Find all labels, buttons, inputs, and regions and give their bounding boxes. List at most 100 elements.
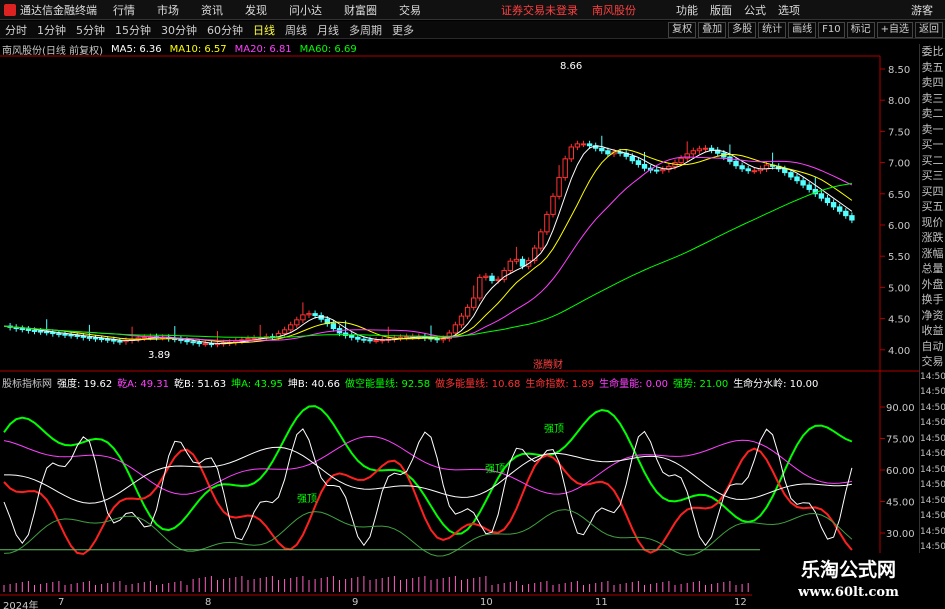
order-panel-row[interactable]: 14:50 [920, 432, 945, 448]
multi-stock-button[interactable]: 多股 [728, 21, 757, 38]
menu-item-options[interactable]: 选项 [778, 2, 800, 18]
candle-body [452, 324, 459, 334]
period-weekly[interactable]: 周线 [280, 22, 312, 38]
login-warning[interactable]: 证券交易未登录 [501, 2, 578, 18]
period-multi[interactable]: 多周期 [344, 22, 387, 38]
order-panel-row[interactable]: 卖一 [920, 122, 945, 138]
order-panel-row[interactable]: 净资 [920, 308, 945, 324]
price-tick-label: 7.50 [888, 127, 910, 138]
menu-item-news[interactable]: 资讯 [201, 2, 223, 18]
order-panel-row[interactable]: 涨幅 [920, 246, 945, 262]
order-panel-row[interactable]: 14:50 [920, 463, 945, 479]
order-panel-row[interactable]: 涨跌 [920, 230, 945, 246]
menu-item-formula[interactable]: 公式 [744, 2, 766, 18]
order-panel-row[interactable]: 外盘 [920, 277, 945, 293]
order-panel-row[interactable]: 14:50 [920, 478, 945, 494]
menu-item-market[interactable]: 市场 [157, 2, 179, 18]
high-price-label: 8.66 [560, 61, 582, 72]
candle-body [513, 258, 520, 262]
order-panel-row[interactable]: 自动 [920, 339, 945, 355]
order-panel-row[interactable]: 14:50 [920, 401, 945, 417]
menu-item-wealth[interactable]: 财富圈 [344, 2, 377, 18]
order-panel-row[interactable]: 买一 [920, 137, 945, 153]
order-panel-row[interactable]: 14:50 [920, 416, 945, 432]
menu-item-function[interactable]: 功能 [676, 2, 698, 18]
candle-body [74, 334, 80, 337]
order-panel-row[interactable]: 买三 [920, 168, 945, 184]
mark-button[interactable]: 标记 [846, 21, 875, 38]
indicator-name[interactable]: 股标指标网 [2, 375, 52, 390]
indicator-tick-label: 60.00 [886, 466, 915, 477]
stats-button[interactable]: 统计 [758, 21, 787, 38]
order-panel-row[interactable]: 现价 [920, 215, 945, 231]
strong-top-label: 强顶 [485, 463, 505, 475]
year-label: 2024年 [3, 601, 39, 609]
period-daily[interactable]: 日线 [248, 22, 280, 38]
month-label: 11 [595, 597, 608, 608]
draw-line-button[interactable]: 画线 [788, 21, 817, 38]
candle-body [507, 260, 514, 272]
back-button[interactable]: 返回 [915, 21, 943, 38]
indicator-tick-label: 30.00 [886, 529, 915, 540]
order-panel-row[interactable]: 买五 [920, 199, 945, 215]
menu-bar: 通达信金融终端 行情 市场 资讯 发现 问小达 财富圈 交易 证券交易未登录 南… [0, 0, 945, 20]
candle-body [281, 329, 288, 335]
order-panel-row[interactable]: 14:50 [920, 509, 945, 525]
period-tick[interactable]: 分时 [0, 22, 32, 38]
period-1min[interactable]: 1分钟 [32, 22, 71, 38]
adjust-button[interactable]: 复权 [668, 21, 697, 38]
order-panel-row[interactable]: 14:50 [920, 447, 945, 463]
guest-user[interactable]: 游客 [911, 2, 933, 18]
order-panel-row[interactable]: 卖四 [920, 75, 945, 91]
period-60min[interactable]: 60分钟 [202, 22, 248, 38]
order-panel-row[interactable]: 卖三 [920, 91, 945, 107]
menu-item-quotes[interactable]: 行情 [113, 2, 135, 18]
period-30min[interactable]: 30分钟 [156, 22, 202, 38]
candle-body [824, 197, 831, 204]
price-tick-label: 6.00 [888, 221, 910, 232]
menu-item-layout[interactable]: 版面 [710, 2, 732, 18]
candle-body [86, 336, 93, 339]
ma5-value: MA5: 6.36 [110, 43, 162, 55]
candle-body [19, 328, 26, 331]
order-panel-row[interactable]: 总量 [920, 261, 945, 277]
order-panel-row[interactable]: 换手 [920, 292, 945, 308]
overlay-button[interactable]: 叠加 [698, 21, 727, 38]
period-15min[interactable]: 15分钟 [110, 22, 156, 38]
menu-item-ask[interactable]: 问小达 [289, 2, 322, 18]
candle-body [696, 148, 703, 152]
candle-body [684, 153, 690, 159]
period-monthly[interactable]: 月线 [312, 22, 344, 38]
month-label: 8 [205, 597, 212, 608]
candle-body [629, 155, 635, 162]
order-panel-row[interactable]: 买二 [920, 153, 945, 169]
order-panel-row[interactable]: 14:50 [920, 385, 945, 401]
candle-body [464, 306, 471, 317]
candle-body [654, 169, 660, 172]
period-more[interactable]: 更多 [387, 22, 419, 38]
order-panel-row[interactable]: 14:50 [920, 525, 945, 541]
order-panel-row[interactable]: 14:50 [920, 494, 945, 510]
candle-body [471, 297, 477, 308]
order-panel-row[interactable]: 买四 [920, 184, 945, 200]
date-axis: 2024年 7 8 9 10 11 12 [0, 597, 880, 609]
f10-button[interactable]: F10 [818, 21, 845, 38]
kline-chart[interactable]: 8.50 8.00 7.50 7.00 6.50 6.00 5.50 5.00 4.50 4.00… [0, 40, 919, 598]
menu-item-trade[interactable]: 交易 [399, 2, 421, 18]
order-panel-row[interactable]: 委比 [920, 44, 945, 60]
order-panel-row[interactable]: 卖二 [920, 106, 945, 122]
main-chart-legend: 南风股份(日线 前复权) MA5: 6.36 MA10: 6.57 MA20: … [2, 42, 365, 57]
candle-body [306, 313, 312, 316]
indicator-item: 生命分水岭: 10.00 [733, 378, 819, 390]
price-tick-label: 4.50 [888, 315, 910, 326]
order-panel-row[interactable]: 交易 [920, 354, 945, 370]
order-panel-row[interactable]: 收益 [920, 323, 945, 339]
indicator-line-5 [3, 428, 853, 547]
low-price-label: 3.89 [148, 350, 170, 361]
order-panel-row[interactable]: 卖五 [920, 60, 945, 76]
menu-item-discover[interactable]: 发现 [245, 2, 267, 18]
add-watchlist-button[interactable]: +自选 [876, 21, 913, 38]
candle-body [62, 333, 68, 336]
order-panel-row[interactable]: 14:50 [920, 370, 945, 386]
period-5min[interactable]: 5分钟 [71, 22, 110, 38]
